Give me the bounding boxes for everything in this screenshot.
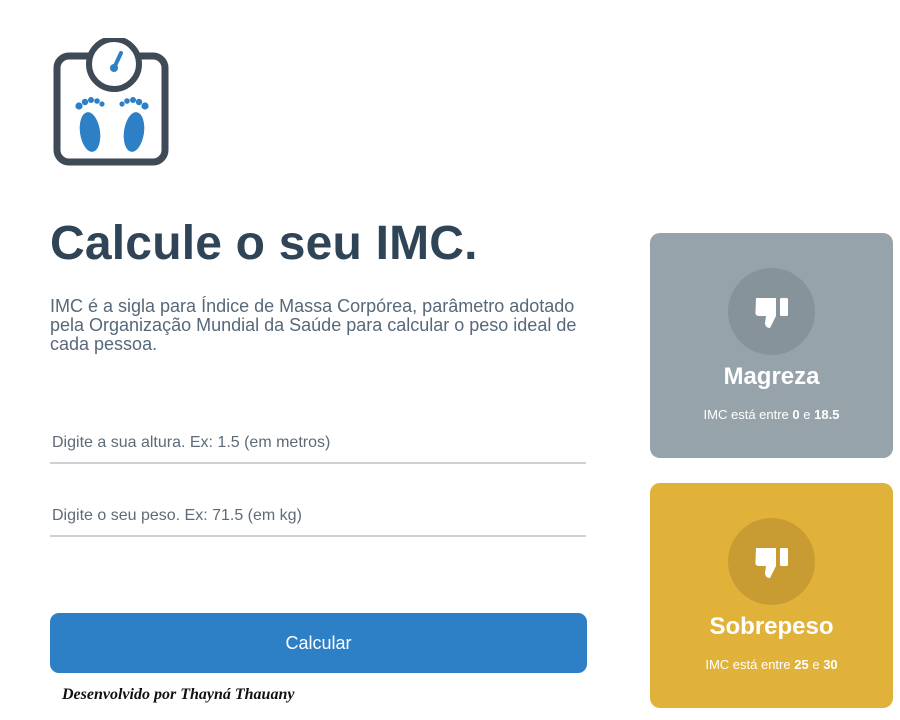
calculate-button[interactable]: Calcular [50, 613, 587, 673]
category-card-magreza: Magreza IMC está entre 0 e 18.5 [650, 233, 893, 458]
icon-circle [728, 518, 815, 605]
card-range: IMC está entre 0 e 18.5 [703, 407, 840, 422]
imc-description: IMC é a sigla para Índice de Massa Corpó… [50, 296, 577, 354]
category-card-sobrepeso: Sobrepeso IMC está entre 25 e 30 [650, 483, 893, 708]
thumbs-down-icon [754, 297, 788, 328]
icon-circle [728, 268, 815, 355]
page-title: Calcule o seu IMC. [50, 217, 478, 270]
height-input[interactable] [50, 428, 586, 464]
card-title: Sobrepeso [709, 613, 834, 640]
imc-calculator-page: Calcule o seu IMC. IMC é a sigla para Ín… [0, 0, 900, 720]
weight-input[interactable] [50, 501, 586, 537]
thumbs-down-icon [754, 547, 788, 578]
card-range: IMC está entre 25 e 30 [705, 657, 838, 672]
card-title: Magreza [723, 363, 820, 390]
developer-credit: Desenvolvido por Thayná Thauany [62, 686, 295, 703]
bathroom-scale-icon [53, 38, 169, 166]
